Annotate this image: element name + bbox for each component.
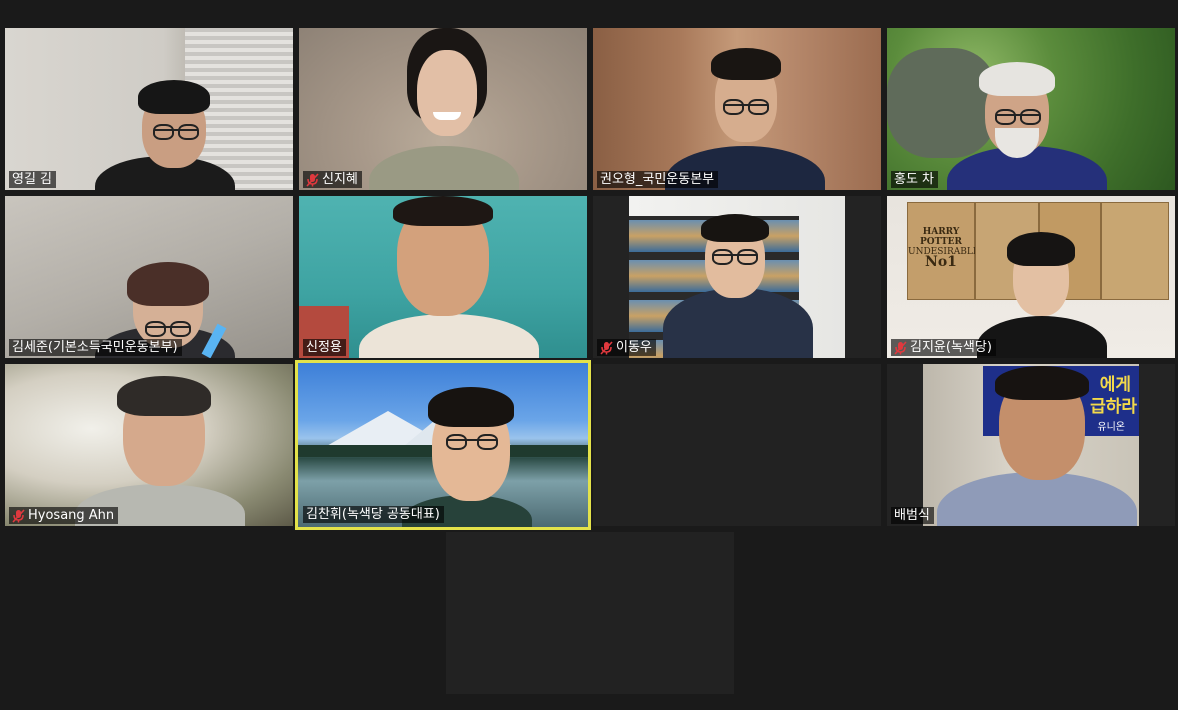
person-hair xyxy=(1007,232,1075,266)
participant-video xyxy=(298,363,588,527)
participant-name: 김찬휘(녹색당 공동대표) xyxy=(306,507,440,522)
glasses xyxy=(153,124,199,140)
poster-number: No1 xyxy=(925,254,957,270)
participant-video xyxy=(5,364,293,526)
participant-tile[interactable]: 권오형_국민운동본부 xyxy=(593,28,881,190)
person-body xyxy=(977,316,1107,358)
participant-name: 김지윤(녹색당) xyxy=(910,340,992,355)
participant-name: 신지혜 xyxy=(322,172,358,187)
participant-name: Hyosang Ahn xyxy=(28,508,115,523)
participant-tile[interactable]: 에게 급하라 유니온 배범식 xyxy=(887,364,1175,526)
mic-muted-icon xyxy=(12,508,25,523)
person-body xyxy=(359,314,539,358)
poster: HARRY POTTER UNDESIRABLE No1 xyxy=(907,202,979,300)
mic-muted-icon xyxy=(600,340,613,355)
participant-name: 김세준(기본소득국민운동본부) xyxy=(12,340,178,355)
participant-tile-active-speaker[interactable]: 김찬휘(녹색당 공동대표) xyxy=(295,360,591,530)
participant-name-tag: 이동우 xyxy=(597,339,656,356)
participant-name: 이동우 xyxy=(616,340,652,355)
participant-name-tag: 신지혜 xyxy=(303,171,362,188)
banner-text: 유니온 xyxy=(1097,422,1125,433)
participant-video xyxy=(299,28,587,190)
participant-name-tag: 신정용 xyxy=(303,339,346,356)
poster xyxy=(1101,202,1169,300)
mic-muted-icon xyxy=(306,172,319,187)
glasses xyxy=(446,434,498,450)
person-hair xyxy=(995,366,1089,400)
participant-video xyxy=(5,28,293,190)
participant-name: 영길 김 xyxy=(12,172,53,187)
participant-tile[interactable]: HARRY POTTER UNDESIRABLE No1 김지윤(녹색당) xyxy=(887,196,1175,358)
person-hair xyxy=(701,214,769,242)
participant-tile[interactable]: 이동우 xyxy=(593,196,881,358)
smile xyxy=(433,112,461,120)
participant-name-tag: 김세준(기본소득국민운동본부) xyxy=(9,339,182,356)
gallery-view: 영길 김 신지혜 권오형_국민운동본부 홍도 차 김세준(기본소득국민운동본부)… xyxy=(0,0,1178,710)
participant-video: 에게 급하라 유니온 xyxy=(887,364,1175,526)
person-hair xyxy=(138,80,210,114)
banner-text: 급하라 xyxy=(1090,397,1137,417)
empty-tile xyxy=(446,532,734,694)
participant-name-tag: 김찬휘(녹색당 공동대표) xyxy=(303,506,444,523)
participant-name: 홍도 차 xyxy=(894,172,935,187)
participant-video xyxy=(593,28,881,190)
poster-title: HARRY POTTER xyxy=(919,227,963,247)
participant-tile[interactable]: Hyosang Ahn xyxy=(5,364,293,526)
participant-name-tag: 영길 김 xyxy=(9,171,57,188)
participant-name: 신정용 xyxy=(306,340,342,355)
participant-tile[interactable]: 신지혜 xyxy=(299,28,587,190)
mic-muted-icon xyxy=(894,340,907,355)
participant-tile[interactable]: 홍도 차 xyxy=(887,28,1175,190)
participant-name-tag: 권오형_국민운동본부 xyxy=(597,171,719,188)
participant-name-tag: 김지윤(녹색당) xyxy=(891,339,996,356)
rock xyxy=(887,48,997,158)
person-hair xyxy=(393,196,493,226)
participant-tile[interactable]: 신정용 xyxy=(299,196,587,358)
person-head xyxy=(417,50,477,136)
participant-name: 배범식 xyxy=(894,508,930,523)
participant-video xyxy=(5,196,293,358)
person-body xyxy=(663,288,813,358)
person-hair xyxy=(127,262,209,306)
person-hair xyxy=(117,376,211,416)
participant-name-tag: 홍도 차 xyxy=(891,171,939,188)
empty-tile xyxy=(593,364,881,526)
participant-name-tag: 배범식 xyxy=(891,507,934,524)
glasses xyxy=(995,109,1041,125)
glasses xyxy=(145,321,191,337)
person-body xyxy=(369,146,519,190)
participant-video xyxy=(299,196,587,358)
participant-tile[interactable]: 영길 김 xyxy=(5,28,293,190)
participant-name-tag: Hyosang Ahn xyxy=(9,507,119,524)
person-hair xyxy=(979,62,1055,96)
participant-video: HARRY POTTER UNDESIRABLE No1 xyxy=(887,196,1175,358)
person-hair xyxy=(428,387,514,427)
glasses xyxy=(723,99,769,115)
participant-video xyxy=(593,196,881,358)
person-hair xyxy=(711,48,781,80)
participant-video xyxy=(887,28,1175,190)
participant-name: 권오형_국민운동본부 xyxy=(600,172,715,187)
glasses xyxy=(712,249,758,265)
participant-tile[interactable]: 김세준(기본소득국민운동본부) xyxy=(5,196,293,358)
